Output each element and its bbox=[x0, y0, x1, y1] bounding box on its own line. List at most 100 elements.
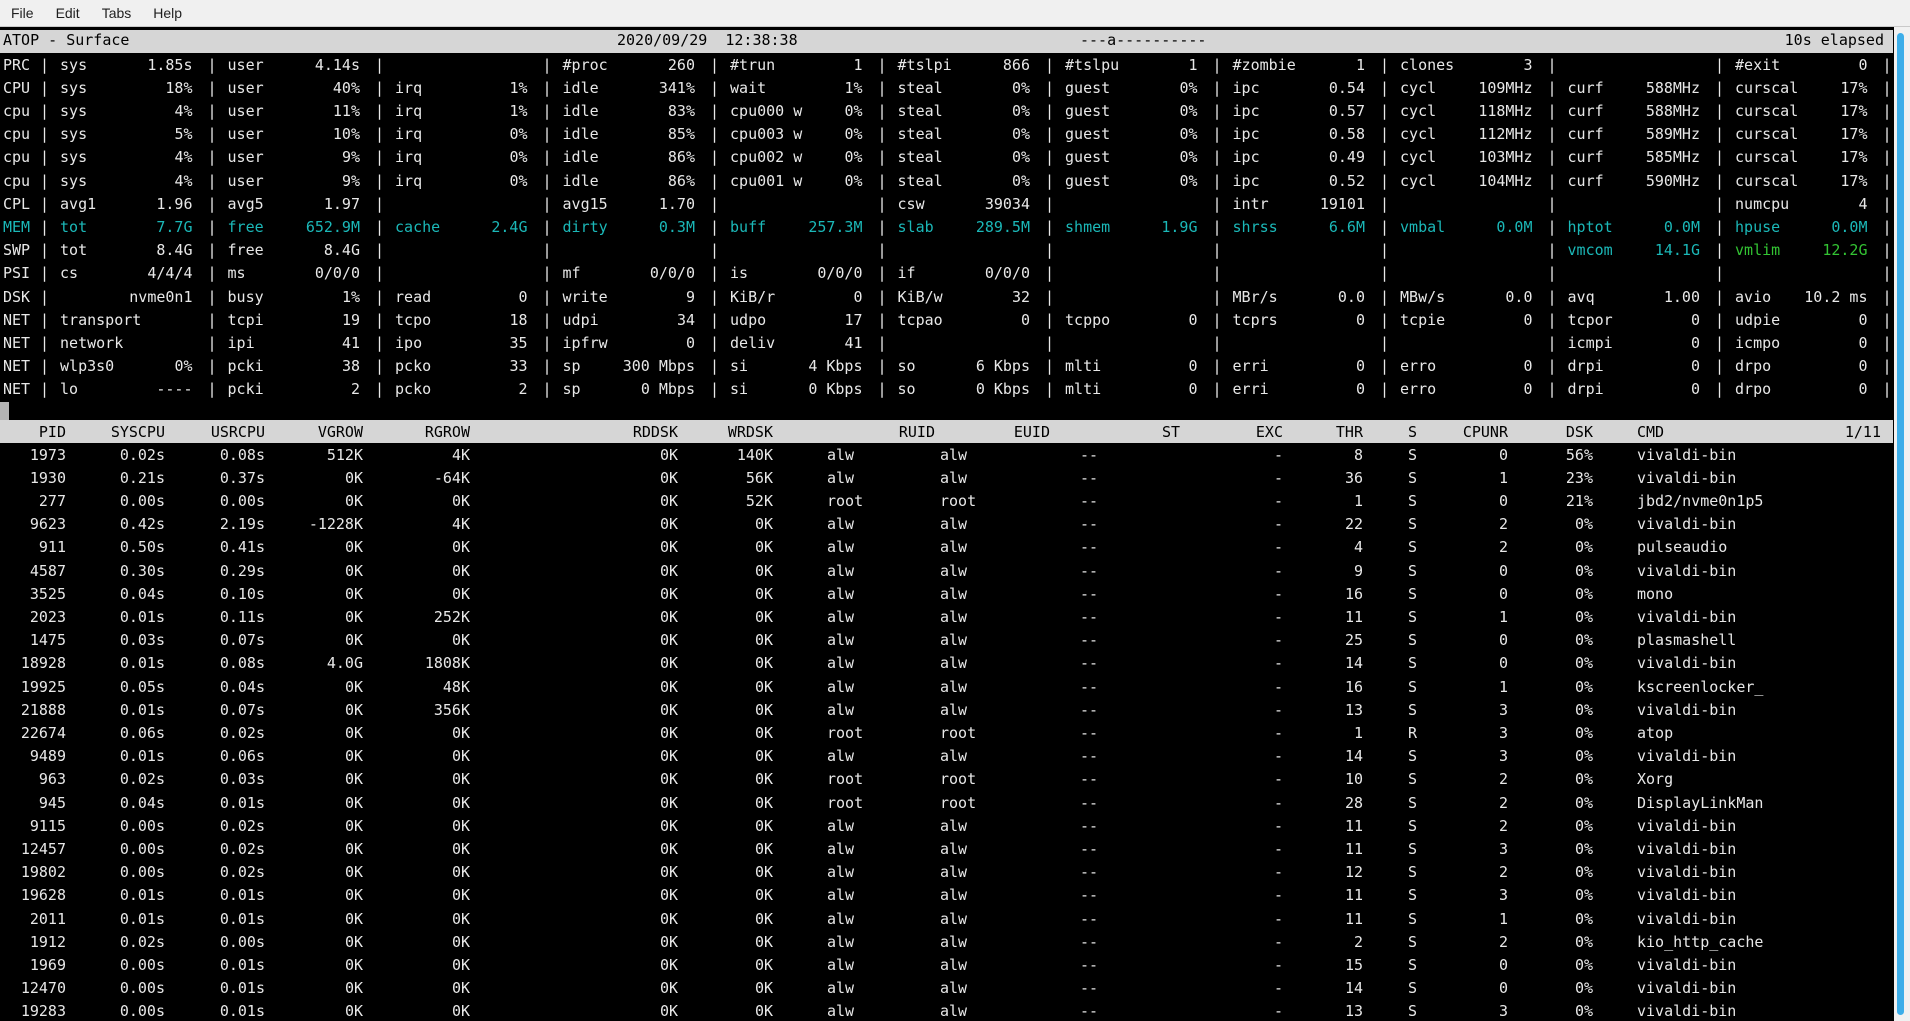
column-separator-bar: | bbox=[1045, 241, 1054, 259]
stats-cell: |guest0% bbox=[1045, 172, 1213, 190]
column-separator-bar: | bbox=[1213, 102, 1222, 120]
process-cell: 0K bbox=[470, 1002, 678, 1020]
process-cell: alw bbox=[935, 538, 1050, 556]
stat-value: 4.14s bbox=[315, 56, 360, 74]
stat-label: udpo bbox=[730, 311, 766, 329]
process-cell: - bbox=[1180, 770, 1283, 788]
stat-label: sys bbox=[60, 56, 87, 74]
stats-cell: |tcpao0 bbox=[878, 311, 1046, 329]
stat-label: ms bbox=[228, 264, 246, 282]
stat-value: 19 bbox=[342, 311, 360, 329]
stat-label: transport bbox=[60, 311, 141, 329]
column-separator-bar: | bbox=[40, 264, 49, 282]
process-cell: 14 bbox=[1283, 747, 1363, 765]
stat-label: drpi bbox=[1568, 357, 1604, 375]
column-separator-bar: | bbox=[1045, 311, 1054, 329]
column-separator-bar: | bbox=[1715, 311, 1724, 329]
stats-cell: | bbox=[1548, 264, 1716, 282]
process-cell: 0K bbox=[265, 747, 363, 765]
process-cell: 28 bbox=[1283, 794, 1363, 812]
stat-label: so bbox=[898, 380, 916, 398]
stat-label: cpu001 w bbox=[730, 172, 802, 190]
menu-item-file[interactable]: File bbox=[0, 5, 45, 21]
process-cell: 0K bbox=[678, 1002, 773, 1020]
stat-value: 17% bbox=[1840, 102, 1867, 120]
column-separator-bar: | bbox=[1045, 264, 1054, 282]
process-cell: - bbox=[1180, 817, 1283, 835]
column-separator-bar: | bbox=[1380, 172, 1389, 190]
stat-value: 289.5M bbox=[976, 218, 1030, 236]
process-cell: 0K bbox=[363, 585, 470, 603]
column-separator-bar: | bbox=[40, 148, 49, 166]
menu-item-edit[interactable]: Edit bbox=[45, 5, 91, 21]
stats-cell: |user11% bbox=[208, 102, 376, 120]
stat-value: 0 bbox=[1858, 334, 1867, 352]
process-cell: 0K bbox=[678, 817, 773, 835]
process-cell: S bbox=[1363, 678, 1430, 696]
process-cell: 22674 bbox=[0, 724, 66, 742]
stats-cell: |ipc0.57 bbox=[1213, 102, 1381, 120]
stat-value: 3 bbox=[1523, 56, 1532, 74]
stat-value: 0 Kbps bbox=[976, 380, 1030, 398]
scrollbar-track[interactable] bbox=[1894, 27, 1910, 1021]
column-separator-bar: | bbox=[1380, 56, 1389, 74]
stats-cell: |irq0% bbox=[375, 172, 543, 190]
menu-item-tabs[interactable]: Tabs bbox=[91, 5, 143, 21]
process-cell: vivaldi-bin bbox=[1593, 654, 1890, 672]
process-cell: 36 bbox=[1283, 469, 1363, 487]
process-cell: 0K bbox=[363, 933, 470, 951]
stat-label: so bbox=[898, 357, 916, 375]
stats-row-net-13: NET|wlp3s00%|pcki38|pcko33|sp300 Mbps|si… bbox=[0, 355, 1893, 378]
stat-value: 12.2G bbox=[1822, 241, 1867, 259]
stat-value: 0.52 bbox=[1329, 172, 1365, 190]
process-cell: alw bbox=[935, 1002, 1050, 1020]
process-cell: S bbox=[1363, 956, 1430, 974]
column-separator-bar: | bbox=[208, 380, 217, 398]
stat-value: 118MHz bbox=[1478, 102, 1532, 120]
stats-cell: |wlp3s00% bbox=[40, 357, 208, 375]
process-cell: - bbox=[1180, 1002, 1283, 1020]
process-cell: 0 bbox=[1430, 585, 1508, 603]
stats-row-label: NET bbox=[0, 380, 40, 398]
stats-cell: |pcko33 bbox=[375, 357, 543, 375]
stat-label: cycl bbox=[1400, 125, 1436, 143]
stat-value: 1 bbox=[853, 56, 862, 74]
process-cell: 0.29s bbox=[165, 562, 265, 580]
column-separator-bar: | bbox=[375, 195, 384, 213]
process-cell: 0.01s bbox=[66, 910, 165, 928]
stat-value: 86% bbox=[668, 148, 695, 166]
stat-label: slab bbox=[898, 218, 934, 236]
stat-label: steal bbox=[898, 148, 943, 166]
process-cell: S bbox=[1363, 608, 1430, 626]
stats-cell: | bbox=[1380, 195, 1548, 213]
process-cell: 10 bbox=[1283, 770, 1363, 788]
scrollbar-thumb[interactable] bbox=[1897, 33, 1904, 1015]
stat-value: 0 Kbps bbox=[808, 380, 862, 398]
stat-value: 0% bbox=[844, 125, 862, 143]
stat-value: 0% bbox=[844, 102, 862, 120]
process-cell: 0K bbox=[363, 817, 470, 835]
process-cell: 2 bbox=[1430, 817, 1508, 835]
column-separator-bar: | bbox=[1715, 264, 1724, 282]
process-cell: 0.30s bbox=[66, 562, 165, 580]
stat-value: 11% bbox=[333, 102, 360, 120]
stat-value: 300 Mbps bbox=[623, 357, 695, 375]
process-cell: alw bbox=[773, 538, 935, 556]
process-cell: S bbox=[1363, 979, 1430, 997]
process-cell: alw bbox=[935, 817, 1050, 835]
stat-label: curscal bbox=[1735, 125, 1798, 143]
process-cell: 3 bbox=[1430, 840, 1508, 858]
process-cell: 3 bbox=[1430, 701, 1508, 719]
column-separator-bar: | bbox=[710, 380, 719, 398]
process-cell: alw bbox=[773, 446, 935, 464]
process-cell: vivaldi-bin bbox=[1593, 956, 1890, 974]
column-separator-bar: | bbox=[1548, 79, 1557, 97]
menu-item-help[interactable]: Help bbox=[142, 5, 193, 21]
column-separator-bar: | bbox=[1548, 148, 1557, 166]
stat-value: 0/0/0 bbox=[817, 264, 862, 282]
stat-value: 17% bbox=[1840, 125, 1867, 143]
stats-cell: |ipo35 bbox=[375, 334, 543, 352]
process-cell: 0% bbox=[1508, 770, 1593, 788]
column-header-syscpu: SYSCPU bbox=[66, 423, 165, 441]
process-row: 2770.00s0.00s0K0K0K52Krootroot---1S021%j… bbox=[0, 489, 1893, 512]
